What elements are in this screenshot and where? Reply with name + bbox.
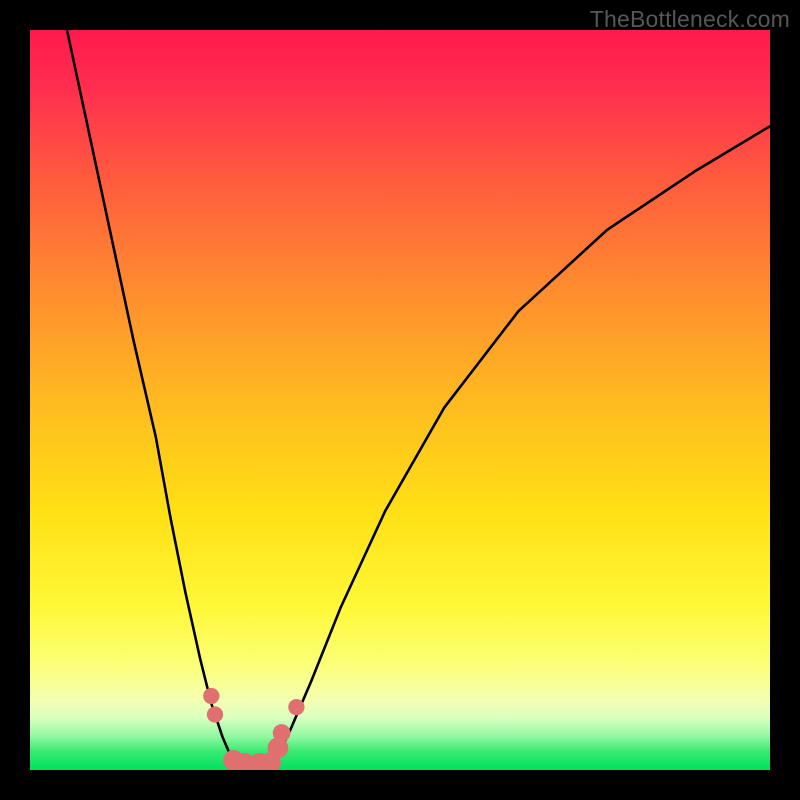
bottleneck-curves	[30, 30, 770, 770]
plot-frame	[30, 30, 770, 770]
watermark-label: TheBottleneck.com	[590, 6, 790, 33]
data-dots	[203, 688, 304, 770]
data-dot	[273, 724, 291, 742]
left-curve	[67, 30, 234, 763]
right-curve	[274, 126, 770, 762]
data-dot	[288, 699, 304, 715]
data-dot	[203, 688, 219, 704]
data-dot	[207, 706, 223, 722]
